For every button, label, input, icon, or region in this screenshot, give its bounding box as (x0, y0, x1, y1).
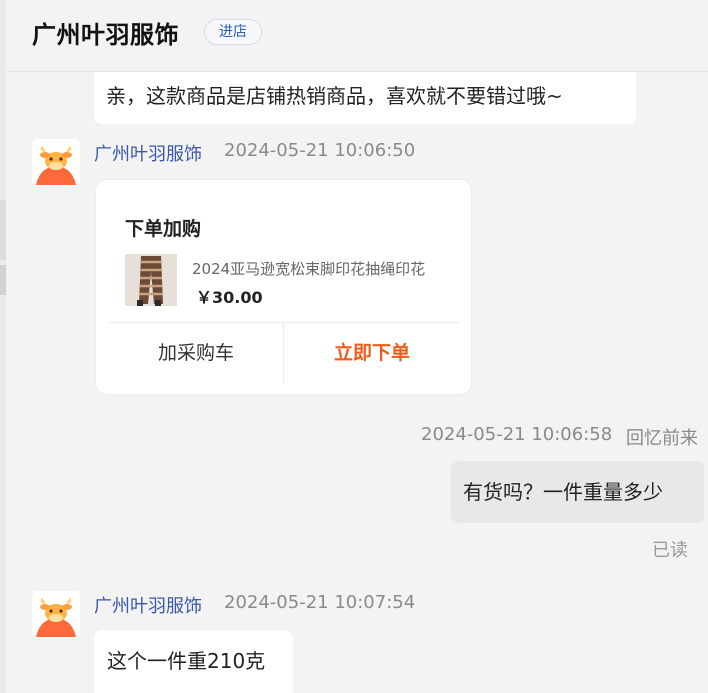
enter-shop-button[interactable]: 进店 (204, 19, 262, 45)
message-timestamp: 2024-05-21 10:06:58 (421, 424, 613, 445)
cow-mascot-avatar-icon[interactable] (32, 139, 80, 187)
product-price: ￥30.00 (196, 288, 263, 307)
message-timestamp: 2024-05-21 10:06:50 (224, 140, 416, 161)
message-timestamp: 2024-05-21 10:07:54 (224, 592, 416, 613)
product-name[interactable]: 2024亚马逊宽松束脚印花抽绳印花 (192, 258, 444, 279)
read-status: 已读 (652, 540, 688, 561)
my-name: 回忆前来 (626, 428, 698, 449)
scroll-track (0, 200, 6, 260)
buy-now-button[interactable]: 立即下单 (284, 323, 460, 383)
cow-mascot-avatar-icon[interactable] (32, 591, 80, 639)
scroll-thumb[interactable] (0, 265, 6, 295)
shop-title: 广州叶羽服饰 (32, 21, 179, 49)
message-bubble: 亲，这款商品是店铺热销商品，喜欢就不要错过哦~ (94, 72, 636, 124)
product-thumbnail[interactable] (125, 254, 177, 306)
left-panel-edge (0, 0, 6, 693)
order-card: 下单加购 2024亚马逊宽松束脚印花抽绳印花 ￥30.00 加采购车 立即下单 (95, 179, 472, 395)
sender-name[interactable]: 广州叶羽服饰 (94, 140, 202, 166)
card-title: 下单加购 (125, 218, 202, 240)
chat-header: 广州叶羽服饰 进店 (6, 0, 708, 72)
my-message-bubble: 有货吗？一件重量多少 (451, 461, 704, 523)
message-bubble: 这个一件重210克 (94, 630, 293, 693)
add-to-cart-button[interactable]: 加采购车 (109, 323, 283, 383)
sender-name[interactable]: 广州叶羽服饰 (94, 592, 202, 618)
